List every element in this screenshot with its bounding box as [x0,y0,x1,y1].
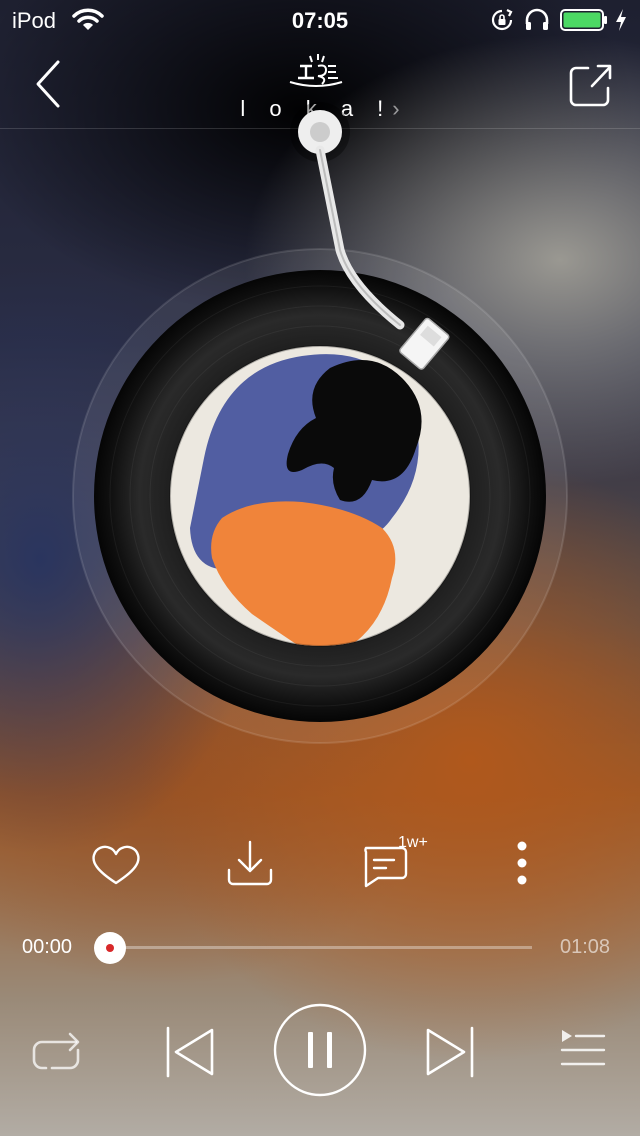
charging-icon [616,9,626,31]
pause-icon[interactable] [272,1002,368,1098]
download-icon[interactable] [220,836,280,896]
tonearm [290,102,450,370]
duration: 01:08 [560,936,611,958]
heart-icon[interactable] [86,836,146,896]
current-time: 00:00 [22,936,73,958]
progress-track[interactable] [110,946,532,949]
comment-count-badge: 1w+ [398,834,428,851]
status-bar: iPod 07:05 [0,0,640,40]
artist-logo-icon [289,54,343,87]
action-row: 1w+ [0,834,640,896]
playback-controls [0,1002,640,1098]
headphones-icon [525,8,549,30]
rotation-lock-icon [491,9,513,31]
player-screen: iPod 07:05 l o a !› 1w+ 00:00 01:08 [0,0,640,1136]
repeat-icon[interactable] [30,1024,86,1076]
progress-bar: 00:00 01:08 [0,928,640,968]
next-icon[interactable] [424,1024,476,1080]
more-icon[interactable] [492,836,552,896]
progress-knob[interactable] [94,932,126,964]
previous-icon[interactable] [164,1024,216,1080]
share-icon[interactable] [568,62,614,108]
playlist-icon[interactable] [558,1028,606,1072]
battery-icon [560,9,607,31]
